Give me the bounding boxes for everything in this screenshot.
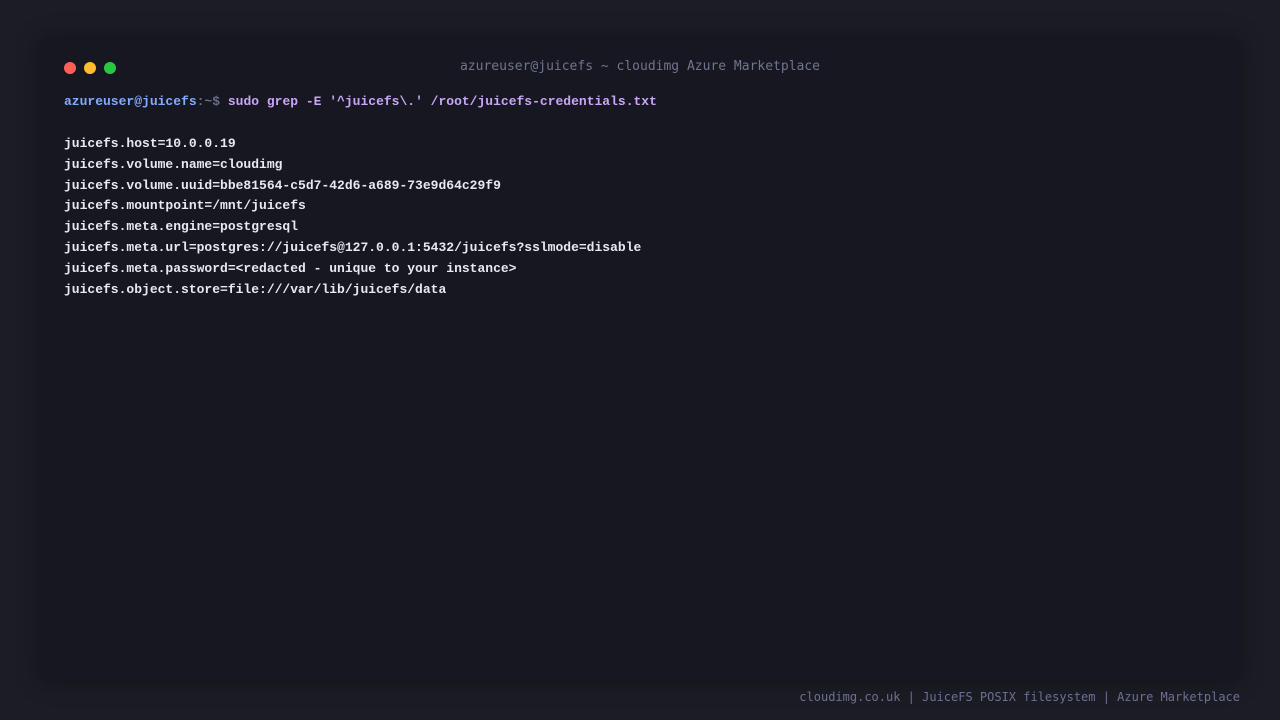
output-line: juicefs.object.store=file:///var/lib/jui… [64,281,447,297]
title-bar[interactable]: azureuser@juicefs ~ cloudimg Azure Marke… [40,38,1240,98]
prompt-line: azureuser@juicefs:~$ sudo grep -E '^juic… [64,92,1216,112]
output-line: juicefs.mountpoint=/mnt/juicefs [64,198,306,214]
terminal-content[interactable]: azureuser@juicefs:~$ sudo grep -E '^juic… [64,92,1216,300]
window-title: azureuser@juicefs ~ cloudimg Azure Marke… [459,59,821,74]
prompt-path: :~$ [196,94,221,109]
output-line: juicefs.meta.engine=postgresql [64,219,299,235]
command-output: juicefs.host=10.0.0.19 juicefs.volume.na… [64,134,1216,300]
output-line: juicefs.host=10.0.0.19 [64,136,236,151]
terminal-window[interactable]: azureuser@juicefs ~ cloudimg Azure Marke… [40,38,1240,682]
output-line: juicefs.meta.password=<redacted - unique… [64,260,517,276]
output-line: juicefs.meta.url=postgres://juicefs@127.… [64,239,642,255]
output-line: juicefs.volume.name=cloudimg [64,156,283,172]
prompt-user-host: azureuser@juicefs [64,94,197,109]
output-line: juicefs.volume.uuid=bbe81564-c5d7-42d6-a… [64,177,501,193]
prompt-command: sudo grep -E '^juicefs\.' /root/juicefs-… [227,94,657,109]
footer-caption: cloudimg.co.uk | JuiceFS POSIX filesyste… [799,690,1240,704]
